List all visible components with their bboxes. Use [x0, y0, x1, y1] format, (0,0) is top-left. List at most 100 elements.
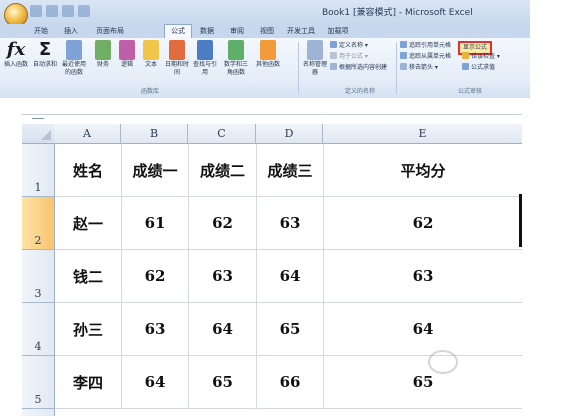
- book-icon: [119, 40, 135, 60]
- save-icon[interactable]: [30, 5, 42, 17]
- row-header-2[interactable]: 2: [22, 197, 55, 250]
- book-icon: [169, 40, 185, 60]
- recent-functions-button[interactable]: 最近使用的函数: [60, 40, 88, 77]
- cell-b1[interactable]: 成绩一: [122, 144, 189, 197]
- group-label-names: 定义的名称: [344, 88, 375, 95]
- column-header-c[interactable]: C: [188, 124, 256, 144]
- evaluate-icon: [462, 63, 469, 70]
- evaluate-formula-button[interactable]: 公式求值: [462, 63, 495, 72]
- row-header-6[interactable]: [22, 409, 55, 416]
- trace-dependents-button[interactable]: 追踪从属单元格: [400, 52, 451, 61]
- ribbon-tabs: 开始 插入 页面布局 公式 数据 审阅 视图 开发工具 加载项: [0, 24, 530, 39]
- tab-view[interactable]: 视图: [254, 25, 280, 38]
- trace-precedents-button[interactable]: 追踪引用单元格: [400, 41, 451, 50]
- quick-access-toolbar: [30, 5, 108, 19]
- tab-review[interactable]: 审阅: [224, 25, 250, 38]
- trace-arrow-icon: [400, 41, 407, 48]
- cell-c5[interactable]: 65: [189, 356, 257, 409]
- sigma-icon: Σ: [38, 39, 52, 60]
- row-header-3[interactable]: 3: [22, 250, 55, 303]
- book-icon: [143, 40, 159, 60]
- customize-qat-icon[interactable]: [78, 5, 90, 17]
- image-margin: [530, 0, 569, 98]
- datetime-button[interactable]: 日期和时间: [164, 40, 190, 77]
- tab-formulas[interactable]: 公式: [164, 24, 192, 39]
- autosum-button[interactable]: Σ 自动求和: [32, 40, 58, 69]
- other-functions-button[interactable]: 其他函数: [254, 40, 282, 69]
- watermark-logo: [408, 350, 478, 390]
- cell-a5[interactable]: 李四: [55, 356, 122, 409]
- cell-d2[interactable]: 63: [257, 197, 324, 250]
- fx-icon: fx: [6, 39, 26, 60]
- cell-e3[interactable]: 63: [324, 250, 522, 303]
- collapsed-formula-bar-gap: [0, 98, 569, 110]
- cell-b5[interactable]: 64: [122, 356, 189, 409]
- row-header-4[interactable]: 4: [22, 303, 55, 356]
- ribbon-formulas: fx 插入函数 Σ 自动求和 最近使用的函数 财务 逻辑 文本 日期和时间 查找…: [0, 38, 530, 99]
- cell-a3[interactable]: 钱二: [55, 250, 122, 303]
- create-from-selection-button[interactable]: 根据所选内容创建: [330, 63, 387, 72]
- cell-e4[interactable]: 64: [324, 303, 522, 356]
- define-name-button[interactable]: 定义名称 ▾: [330, 41, 368, 50]
- fx-small-icon: [330, 52, 337, 59]
- group-divider: [298, 42, 299, 94]
- remove-arrows-icon: [400, 63, 407, 70]
- cell-e1[interactable]: 平均分: [324, 144, 522, 197]
- cell-a2[interactable]: 赵一: [55, 197, 122, 250]
- tab-insert[interactable]: 插入: [58, 25, 84, 38]
- watermark-mark: [428, 350, 458, 374]
- warning-icon: [462, 52, 469, 59]
- math-button[interactable]: 数学和三角函数: [222, 40, 250, 77]
- book-icon: [228, 40, 244, 60]
- cell-b2[interactable]: 61: [122, 197, 189, 250]
- cell-b4[interactable]: 63: [122, 303, 189, 356]
- name-box-edge: [32, 114, 44, 119]
- redo-icon[interactable]: [62, 5, 74, 17]
- cell-c1[interactable]: 成绩二: [189, 144, 257, 197]
- cell-c3[interactable]: 63: [189, 250, 257, 303]
- window-title: Book1 [兼容模式] - Microsoft Excel: [322, 8, 473, 18]
- cell-e2[interactable]: 62: [324, 197, 522, 250]
- cell-c2[interactable]: 62: [189, 197, 257, 250]
- title-bar: Book1 [兼容模式] - Microsoft Excel: [0, 0, 530, 27]
- financial-button[interactable]: 财务: [92, 40, 114, 69]
- column-header-d[interactable]: D: [256, 124, 323, 144]
- name-manager-button[interactable]: 名称管理器: [302, 40, 328, 77]
- remove-arrows-button[interactable]: 移去箭头 ▾: [400, 63, 438, 72]
- book-icon: [260, 40, 276, 60]
- cell-d1[interactable]: 成绩三: [257, 144, 324, 197]
- tab-home[interactable]: 开始: [28, 25, 54, 38]
- cell-d4[interactable]: 65: [257, 303, 324, 356]
- error-checking-button[interactable]: 错误检查 ▾: [462, 52, 500, 61]
- define-name-icon: [330, 41, 337, 48]
- cell-d3[interactable]: 64: [257, 250, 324, 303]
- tab-page-layout[interactable]: 页面布局: [90, 25, 130, 38]
- cell-a1[interactable]: 姓名: [55, 144, 122, 197]
- undo-icon[interactable]: [46, 5, 58, 17]
- book-icon: [66, 40, 82, 60]
- column-header-a[interactable]: A: [54, 124, 121, 144]
- selection-edge: [519, 194, 522, 247]
- group-divider: [396, 42, 397, 94]
- cell-a4[interactable]: 孙三: [55, 303, 122, 356]
- cell-c4[interactable]: 64: [189, 303, 257, 356]
- group-label-library: 函数库: [140, 88, 159, 95]
- use-in-formula-button[interactable]: 用于公式 ▾: [330, 52, 368, 61]
- insert-function-button[interactable]: fx 插入函数: [2, 40, 30, 69]
- column-header-b[interactable]: B: [121, 124, 188, 144]
- tab-developer[interactable]: 开发工具: [284, 25, 318, 38]
- name-tag-icon: [307, 40, 323, 60]
- tab-addins[interactable]: 加载项: [324, 25, 352, 38]
- book-icon: [95, 40, 111, 60]
- row-header-1[interactable]: 1: [22, 144, 55, 197]
- column-header-e[interactable]: E: [323, 124, 522, 144]
- tab-data[interactable]: 数据: [194, 25, 220, 38]
- logical-button[interactable]: 逻辑: [116, 40, 138, 69]
- row-header-5[interactable]: 5: [22, 356, 55, 409]
- table-icon: [330, 63, 337, 70]
- text-functions-button[interactable]: 文本: [140, 40, 162, 69]
- cell-b3[interactable]: 62: [122, 250, 189, 303]
- cell-d5[interactable]: 66: [257, 356, 324, 409]
- select-all-corner[interactable]: [22, 124, 55, 144]
- lookup-button[interactable]: 查找与引用: [192, 40, 218, 77]
